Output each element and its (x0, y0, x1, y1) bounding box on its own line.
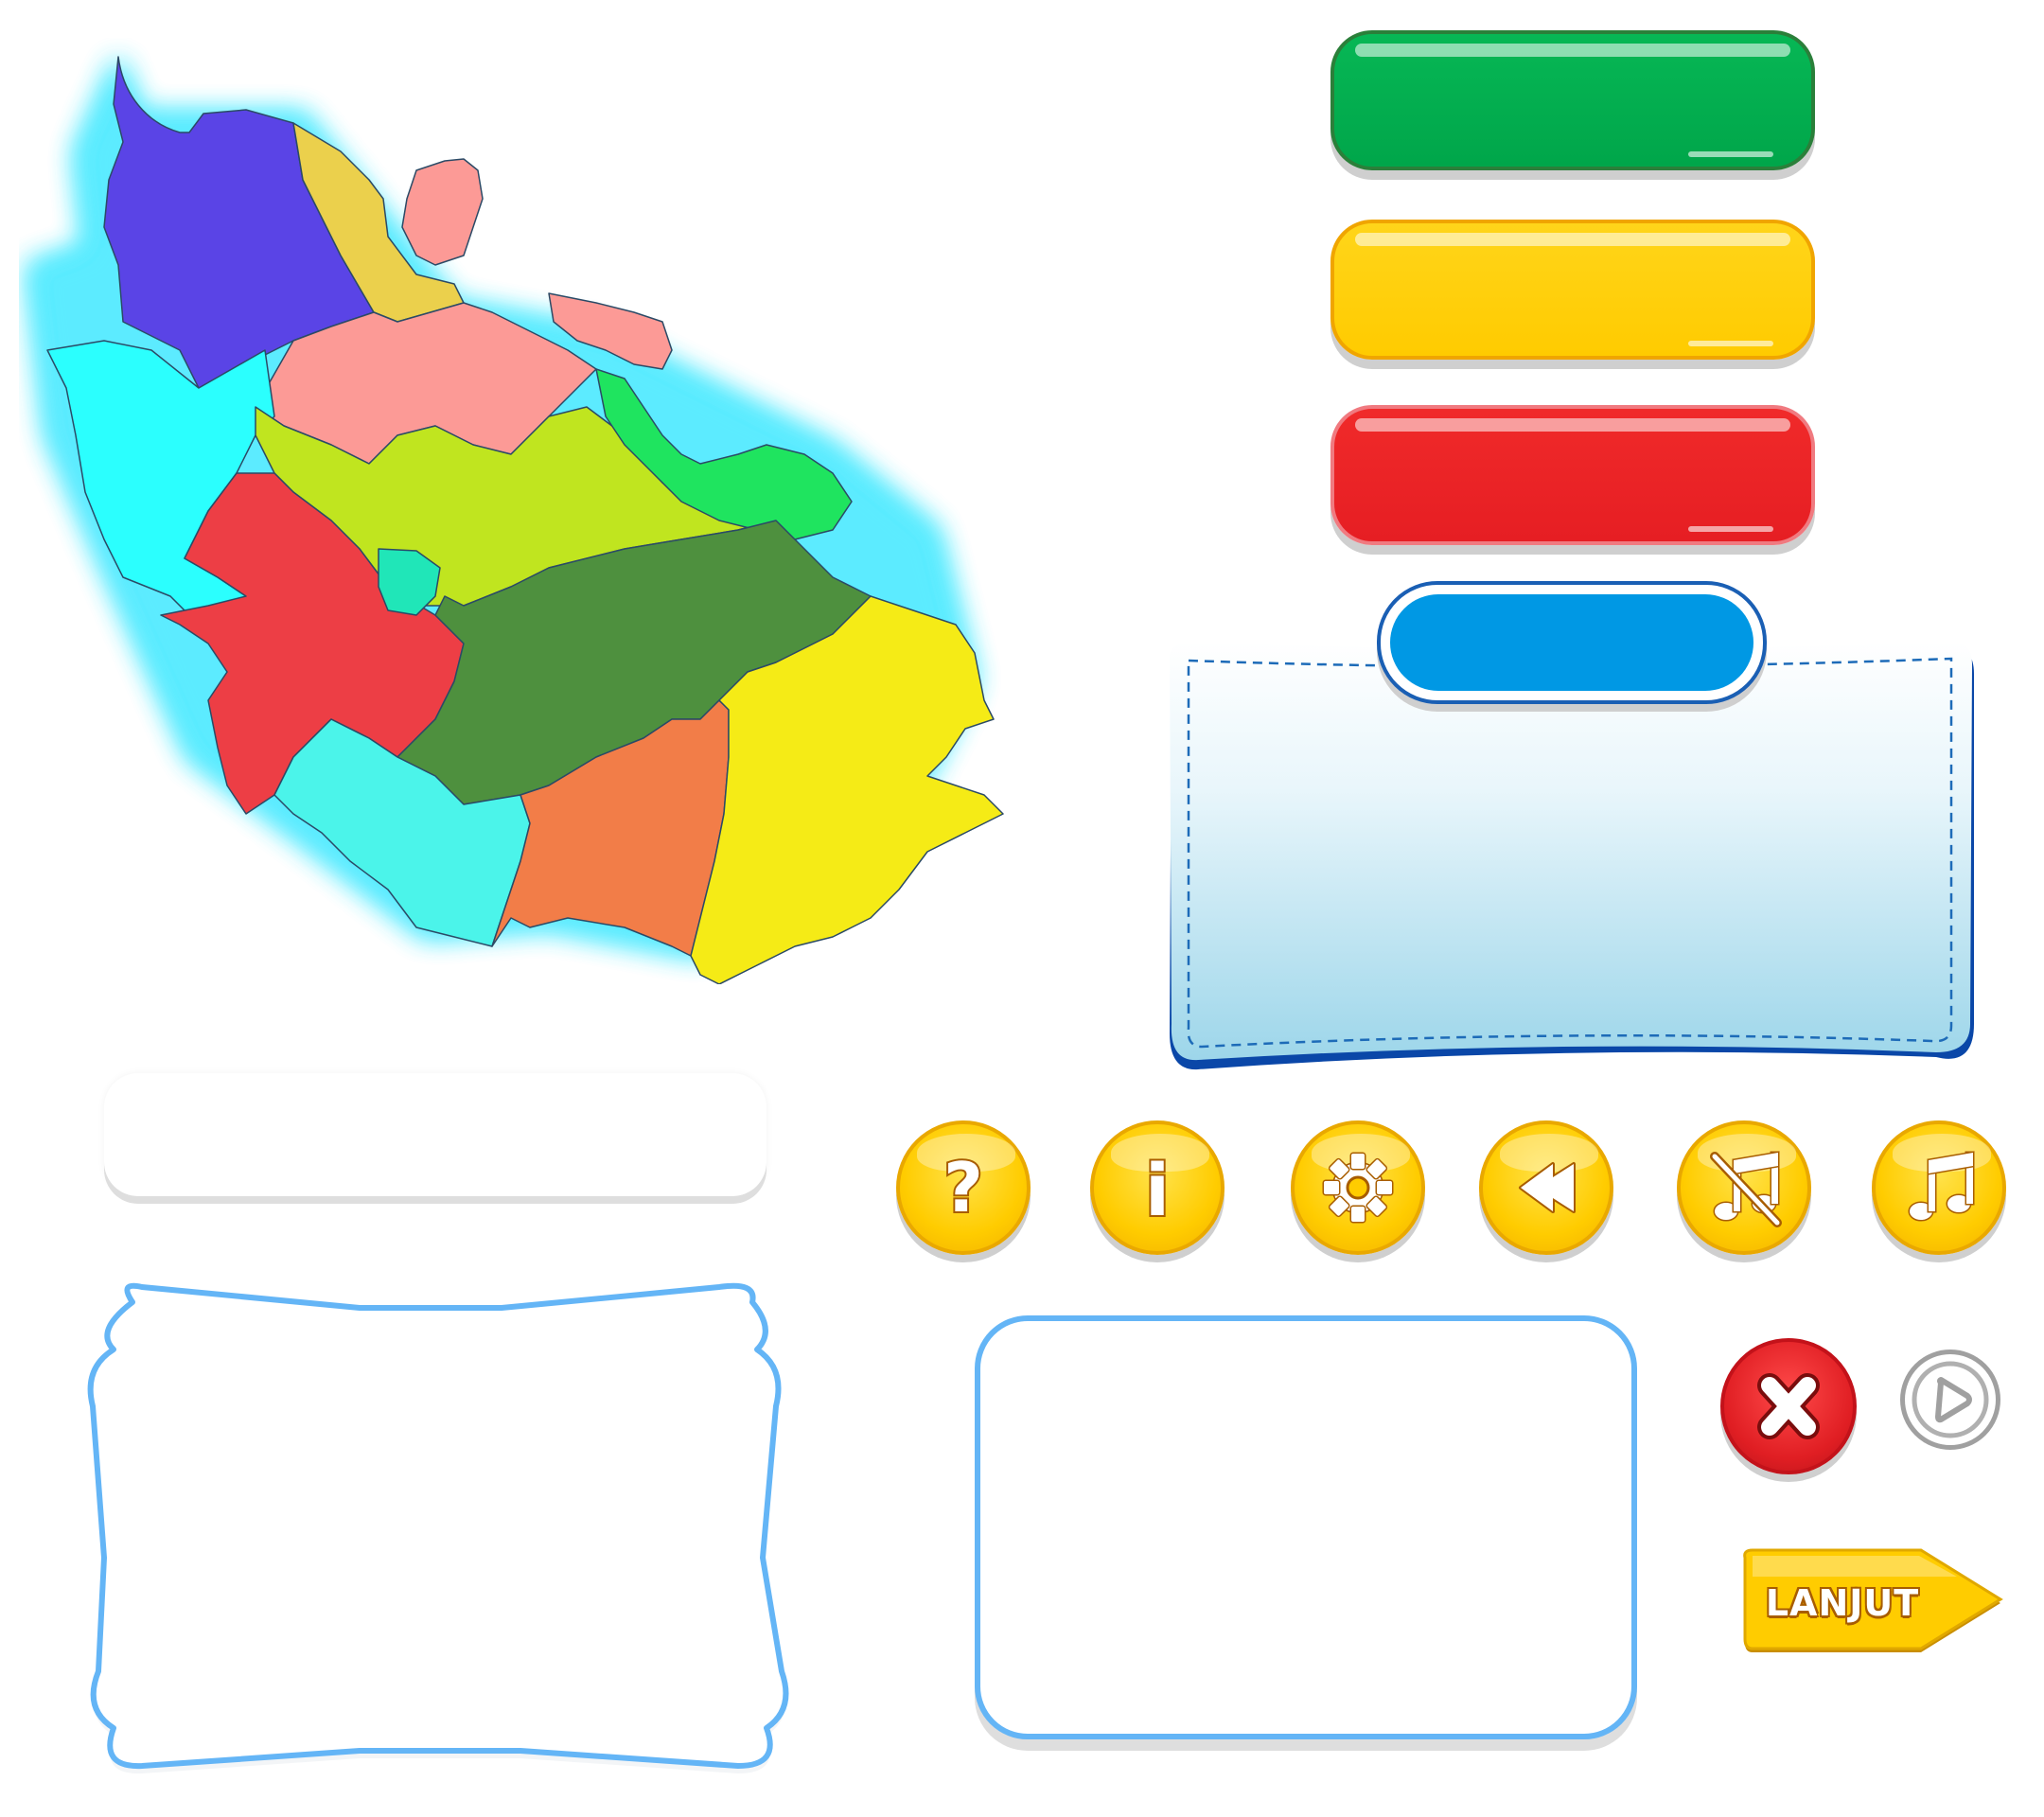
music-icon (1908, 1151, 1975, 1222)
music-off-icon (1710, 1151, 1782, 1227)
close-icon (1757, 1373, 1820, 1439)
play-icon (1912, 1361, 1989, 1438)
scroll-frame (87, 1282, 789, 1774)
region-island-pink[interactable] (401, 158, 484, 266)
svg-text:?: ? (943, 1148, 983, 1227)
panel-title-tab-fill (1390, 594, 1753, 691)
help-button[interactable]: ? (896, 1120, 1031, 1255)
green-button[interactable] (1330, 30, 1815, 170)
gear-icon (1322, 1152, 1394, 1224)
game-ui-kit: ? i LANJUT (0, 0, 2044, 1817)
help-icon: ? (942, 1146, 985, 1229)
rounded-frame (975, 1315, 1637, 1739)
music-off-button[interactable] (1677, 1120, 1811, 1255)
region-map (28, 56, 1004, 984)
info-icon: i (1143, 1146, 1172, 1234)
back-button[interactable] (1479, 1120, 1613, 1255)
text-bar (104, 1073, 766, 1196)
play-button[interactable] (1900, 1350, 2000, 1450)
music-button[interactable] (1872, 1120, 2006, 1255)
close-button[interactable] (1720, 1338, 1857, 1474)
yellow-button[interactable] (1330, 220, 1815, 360)
next-button[interactable] (1739, 1544, 2010, 1654)
settings-button[interactable] (1291, 1120, 1425, 1255)
info-button[interactable]: i (1090, 1120, 1225, 1255)
back-icon (1519, 1162, 1576, 1213)
panel-title-tab[interactable] (1377, 581, 1767, 704)
svg-text:i: i (1145, 1148, 1170, 1232)
red-button[interactable] (1330, 405, 1815, 545)
